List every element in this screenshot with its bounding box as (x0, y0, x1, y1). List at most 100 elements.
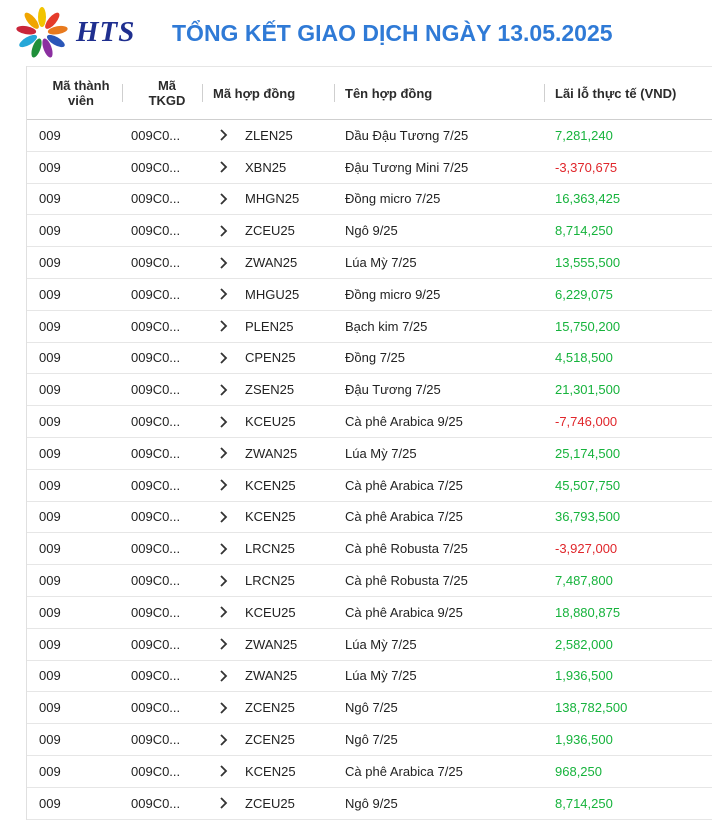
chevron-right-icon[interactable] (219, 542, 229, 556)
table-row[interactable]: 009 009C0... ZWAN25 Lúa Mỳ 7/25 25,174,500 (27, 438, 712, 470)
chevron-right-icon[interactable] (219, 478, 229, 492)
contract-name-cell: Cà phê Arabica 9/25 (345, 414, 463, 430)
contract-code-cell[interactable]: LRCN25 (203, 573, 335, 588)
chevron-right-icon[interactable] (219, 351, 229, 365)
pnl-cell: 13,555,500 (555, 255, 621, 271)
chevron-right-icon[interactable] (219, 637, 229, 651)
chevron-right-icon[interactable] (219, 192, 229, 206)
pnl-cell: -7,746,000 (555, 414, 618, 430)
table-row[interactable]: 009 009C0... MHGN25 Đồng micro 7/25 16,363,4… (27, 184, 712, 216)
table-row[interactable]: 009 009C0... ZWAN25 Lúa Mỳ 7/25 2,582,000 (27, 629, 712, 661)
contract-code: ZWAN25 (245, 445, 298, 461)
table-row[interactable]: 009 009C0... KCEN25 Cà phê Arabica 7/25 45,5… (27, 470, 712, 502)
table-row[interactable]: 009 009C0... ZCEU25 Ngô 9/25 8,714,250 (27, 788, 712, 820)
contract-code-cell[interactable]: ZLEN25 (203, 128, 335, 143)
member-cell: 009 (39, 477, 61, 493)
table-row[interactable]: 009 009C0... ZSEN25 Đậu Tương 7/25 21,301,50… (27, 374, 712, 407)
contract-code-cell[interactable]: KCEN25 (203, 509, 335, 524)
chevron-right-icon[interactable] (219, 764, 229, 778)
pnl-cell: 7,487,800 (555, 573, 613, 589)
contract-code-cell[interactable]: ZCEU25 (203, 223, 335, 238)
chevron-right-icon[interactable] (219, 287, 229, 301)
contract-code-cell[interactable]: PLEN25 (203, 319, 335, 334)
chevron-right-icon[interactable] (219, 669, 229, 683)
contract-code-cell[interactable]: KCEU25 (203, 414, 335, 429)
contract-code-cell[interactable]: ZWAN25 (203, 446, 335, 461)
chevron-right-icon[interactable] (219, 128, 229, 142)
account-cell: 009C0... (131, 541, 181, 557)
contract-code: ZWAN25 (245, 255, 298, 271)
pnl-cell: 6,229,075 (555, 286, 613, 302)
table-row[interactable]: 009 009C0... ZWAN25 Lúa Mỳ 7/25 13,555,500 (27, 247, 712, 279)
chevron-right-icon[interactable] (219, 796, 229, 810)
chevron-right-icon[interactable] (219, 574, 229, 588)
table-row[interactable]: 009 009C0... ZCEN25 Ngô 7/25 1,936,500 (27, 724, 712, 756)
contract-code-cell[interactable]: LRCN25 (203, 541, 335, 556)
contract-code-cell[interactable]: XBN25 (203, 160, 335, 175)
member-cell: 009 (39, 668, 61, 684)
contract-code-cell[interactable]: KCEN25 (203, 764, 335, 779)
contract-code-cell[interactable]: ZCEN25 (203, 700, 335, 715)
chevron-right-icon[interactable] (219, 224, 229, 238)
chevron-right-icon[interactable] (219, 319, 229, 333)
table-row[interactable]: 009 009C0... XBN25 Đậu Tương Mini 7/25 -3,37… (27, 152, 712, 184)
chevron-right-icon[interactable] (219, 701, 229, 715)
contract-name-cell: Cà phê Arabica 7/25 (345, 763, 463, 779)
contract-code-cell[interactable]: MHGN25 (203, 191, 335, 206)
table-row[interactable]: 009 009C0... LRCN25 Cà phê Robusta 7/25 7,48… (27, 565, 712, 597)
chevron-right-icon[interactable] (219, 605, 229, 619)
member-cell: 009 (39, 223, 61, 239)
col-header-contract-name[interactable]: Tên hợp đồng (335, 67, 545, 119)
pnl-cell: 21,301,500 (555, 382, 621, 398)
contract-code-cell[interactable]: ZCEU25 (203, 796, 335, 811)
member-cell: 009 (39, 732, 61, 748)
pnl-cell: 25,174,500 (555, 445, 621, 461)
table-body: 009 009C0... ZLEN25 Dầu Đậu Tương 7/25 7,281… (27, 120, 712, 820)
contract-code-cell[interactable]: ZCEN25 (203, 732, 335, 747)
pnl-cell: -3,370,675 (555, 159, 618, 175)
contract-code-cell[interactable]: ZSEN25 (203, 382, 335, 397)
contract-name-cell: Cà phê Arabica 7/25 (345, 509, 463, 525)
table-row[interactable]: 009 009C0... MHGU25 Đồng micro 9/25 6,229,07… (27, 279, 712, 311)
chevron-right-icon[interactable] (219, 733, 229, 747)
contract-name-cell: Đậu Tương 7/25 (345, 382, 441, 398)
account-cell: 009C0... (131, 763, 181, 779)
contract-code-cell[interactable]: KCEN25 (203, 478, 335, 493)
account-cell: 009C0... (131, 350, 181, 366)
pnl-cell: 1,936,500 (555, 668, 613, 684)
contract-code-cell[interactable]: ZWAN25 (203, 637, 335, 652)
col-header-contract-code[interactable]: Mã hợp đồng (203, 67, 335, 119)
contract-code-cell[interactable]: KCEU25 (203, 605, 335, 620)
chevron-right-icon[interactable] (219, 160, 229, 174)
member-cell: 009 (39, 255, 61, 271)
col-header-account[interactable]: Mã TKGD (123, 67, 203, 119)
table-row[interactable]: 009 009C0... KCEN25 Cà phê Arabica 7/25 968,… (27, 756, 712, 788)
table-row[interactable]: 009 009C0... ZCEU25 Ngô 9/25 8,714,250 (27, 215, 712, 248)
table-row[interactable]: 009 009C0... KCEU25 Cà phê Arabica 9/25 18,8… (27, 597, 712, 629)
contract-code: ZCEU25 (245, 795, 295, 811)
contract-code: LRCN25 (245, 541, 295, 557)
table-row[interactable]: 009 009C0... KCEU25 Cà phê Arabica 9/25 -7,7… (27, 406, 712, 438)
table-row[interactable]: 009 009C0... ZLEN25 Dầu Đậu Tương 7/25 7,281… (27, 120, 712, 152)
col-header-account-line2: TKGD (148, 93, 186, 108)
col-header-member[interactable]: Mã thành viên (27, 67, 123, 119)
chevron-right-icon[interactable] (219, 415, 229, 429)
col-header-pnl[interactable]: Lãi lỗ thực tế (VND) (545, 67, 712, 119)
pnl-cell: 8,714,250 (555, 223, 613, 239)
chevron-right-icon[interactable] (219, 256, 229, 270)
contract-code-cell[interactable]: ZWAN25 (203, 255, 335, 270)
contract-code-cell[interactable]: CPEN25 (203, 350, 335, 365)
table-row[interactable]: 009 009C0... PLEN25 Bạch kim 7/25 15,750,200 (27, 311, 712, 343)
table-row[interactable]: 009 009C0... ZWAN25 Lúa Mỳ 7/25 1,936,500 (27, 661, 712, 693)
chevron-right-icon[interactable] (219, 383, 229, 397)
table-row[interactable]: 009 009C0... ZCEN25 Ngô 7/25 138,782,500 (27, 692, 712, 725)
chevron-right-icon[interactable] (219, 510, 229, 524)
contract-code: ZCEU25 (245, 223, 295, 239)
table-row[interactable]: 009 009C0... LRCN25 Cà phê Robusta 7/25 -3,9… (27, 533, 712, 566)
chevron-right-icon[interactable] (219, 446, 229, 460)
contract-code-cell[interactable]: MHGU25 (203, 287, 335, 302)
contract-code-cell[interactable]: ZWAN25 (203, 668, 335, 683)
table-row[interactable]: 009 009C0... KCEN25 Cà phê Arabica 7/25 36,7… (27, 502, 712, 534)
table-row[interactable]: 009 009C0... CPEN25 Đồng 7/25 4,518,500 (27, 343, 712, 375)
contract-code: ZCEN25 (245, 732, 295, 748)
